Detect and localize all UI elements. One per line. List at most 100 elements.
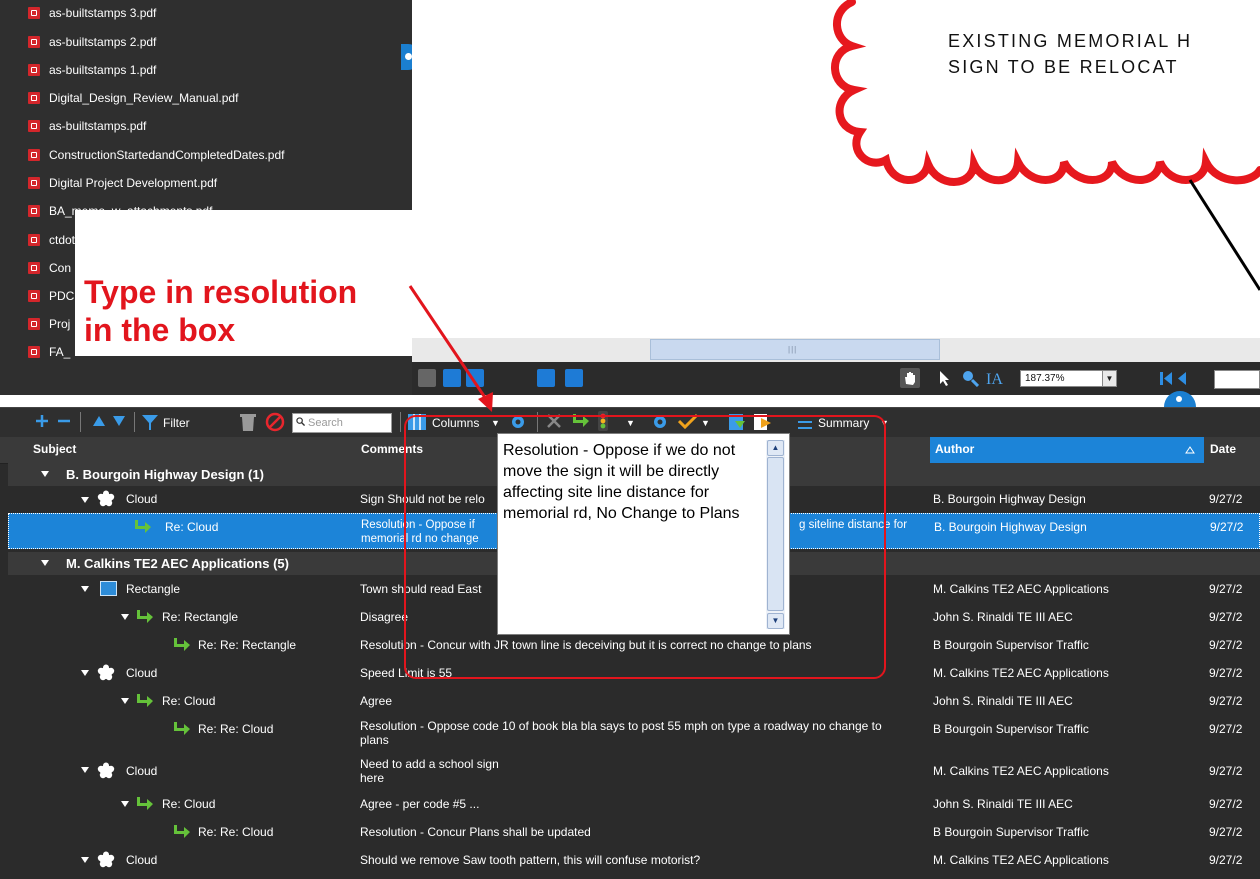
- reply-arrow-icon: [137, 610, 153, 623]
- date-cell: 9/27/2: [1209, 764, 1243, 778]
- reply-arrow-icon: [174, 638, 190, 651]
- highlight-rectangle: [404, 415, 886, 679]
- rectangle-markup-icon: [100, 581, 117, 596]
- file-name: as-builtstamps 1.pdf: [49, 63, 157, 77]
- filter-label[interactable]: Filter: [163, 416, 190, 430]
- subject-cell: Cloud: [126, 853, 158, 867]
- file-item[interactable]: as-builtstamps 3.pdf: [28, 3, 156, 23]
- date-cell: 9/27/2: [1209, 797, 1243, 811]
- search-input[interactable]: Search: [292, 413, 392, 433]
- no-status-icon[interactable]: [264, 411, 286, 433]
- collapse-all-icon[interactable]: [56, 413, 72, 429]
- date-cell: 9/27/2: [1209, 610, 1243, 624]
- file-name: as-builtstamps 3.pdf: [49, 6, 157, 20]
- sort-ascending-icon: [1185, 446, 1195, 454]
- fit-height-icon[interactable]: [565, 369, 583, 387]
- move-down-icon[interactable]: [112, 415, 126, 427]
- subject-cell: Rectangle: [126, 582, 181, 596]
- comment-cell: Need to add a school sign here: [360, 757, 499, 785]
- zoom-level-field[interactable]: 187.37%: [1020, 370, 1104, 387]
- author-cell: M. Calkins TE2 AEC Applications: [933, 853, 1109, 867]
- expand-triangle-icon[interactable]: [81, 767, 89, 773]
- file-name: as-builtstamps 2.pdf: [49, 35, 157, 49]
- column-header-date[interactable]: Date: [1210, 442, 1236, 456]
- expand-all-icon[interactable]: [34, 413, 50, 429]
- pdf-file-icon: [28, 205, 40, 217]
- fit-page-icon[interactable]: [537, 369, 555, 387]
- date-cell: 9/27/2: [1210, 520, 1244, 534]
- file-item[interactable]: Digital Project Development.pdf: [28, 173, 217, 193]
- table-row[interactable]: Re: Cloud Agree John S. Rinaldi TE III A…: [8, 687, 1260, 715]
- pdf-file-icon: [28, 92, 40, 104]
- date-cell: 9/27/2: [1209, 694, 1243, 708]
- expand-triangle-icon[interactable]: [41, 471, 49, 477]
- file-item[interactable]: FA_: [28, 342, 70, 362]
- cloud-markup-icon: [97, 664, 115, 681]
- author-cell: B Bourgoin Supervisor Traffic: [933, 825, 1089, 839]
- column-header-author[interactable]: Author: [935, 442, 974, 456]
- date-cell: 9/27/2: [1209, 666, 1243, 680]
- file-item[interactable]: ConstructionStartedandCompletedDates.pdf: [28, 145, 284, 165]
- file-item[interactable]: Con: [28, 258, 71, 278]
- filter-icon[interactable]: [140, 412, 160, 432]
- reply-arrow-icon: [137, 797, 153, 810]
- author-cell: John S. Rinaldi TE III AEC: [933, 610, 1073, 624]
- file-name: Digital Project Development.pdf: [49, 176, 218, 190]
- pdf-file-icon: [28, 120, 40, 132]
- subject-cell: Cloud: [126, 666, 158, 680]
- select-arrow-icon[interactable]: [938, 370, 952, 386]
- file-item[interactable]: as-builtstamps 1.pdf: [28, 60, 156, 80]
- cloud-markup-icon: [97, 490, 115, 507]
- page-nav-icons[interactable]: [1158, 370, 1208, 387]
- date-cell: 9/27/2: [1209, 582, 1243, 596]
- comment-cell: Disagree: [360, 610, 409, 624]
- author-cell: M. Calkins TE2 AEC Applications: [933, 764, 1109, 778]
- author-cell: John S. Rinaldi TE III AEC: [933, 694, 1073, 708]
- author-cell: B Bourgoin Supervisor Traffic: [933, 638, 1089, 652]
- callout-text: Type in resolution: [84, 274, 358, 310]
- drawing-canvas[interactable]: EXISTING MEMORIAL H SIGN TO BE RELOCAT: [412, 0, 1260, 395]
- zoom-tool-icon[interactable]: [961, 369, 979, 387]
- file-name: PDC: [49, 289, 75, 303]
- expand-triangle-icon[interactable]: [81, 497, 89, 503]
- comment-cell: Resolution - Concur Plans shall be updat…: [360, 825, 591, 839]
- svg-text:IA: IA: [986, 371, 1003, 387]
- drawing-text: SIGN TO BE RELOCAT: [948, 57, 1179, 77]
- comment-cell: Resolution - Oppose code 10 of book bla …: [360, 719, 882, 747]
- expand-triangle-icon[interactable]: [81, 586, 89, 592]
- expand-triangle-icon[interactable]: [41, 560, 49, 566]
- subject-cell: Re: Cloud: [162, 797, 216, 811]
- text-select-icon[interactable]: IA: [985, 369, 1015, 387]
- file-item[interactable]: as-builtstamps.pdf: [28, 116, 146, 136]
- delete-trash-icon[interactable]: [238, 411, 258, 433]
- file-item[interactable]: PDC: [28, 286, 74, 306]
- expand-triangle-icon[interactable]: [121, 698, 129, 704]
- author-cell: John S. Rinaldi TE III AEC: [933, 797, 1073, 811]
- file-item[interactable]: ctdot: [28, 230, 75, 250]
- cloud-markup-icon: [97, 762, 115, 779]
- file-item[interactable]: Digital_Design_Review_Manual.pdf: [28, 88, 238, 108]
- comment-cell: Agree - per code #5 ...: [360, 797, 480, 811]
- expand-triangle-icon[interactable]: [121, 801, 129, 807]
- author-cell: B. Bourgoin Highway Design: [933, 492, 1086, 506]
- file-name: ConstructionStartedandCompletedDates.pdf: [49, 148, 285, 162]
- reply-arrow-icon: [174, 825, 190, 838]
- table-row[interactable]: Cloud Need to add a school sign here M. …: [8, 753, 1260, 791]
- pan-hand-icon[interactable]: [900, 368, 920, 388]
- expand-triangle-icon[interactable]: [81, 857, 89, 863]
- table-row[interactable]: Cloud Should we remove Saw tooth pattern…: [8, 846, 1260, 875]
- move-up-icon[interactable]: [92, 415, 106, 427]
- date-cell: 9/27/2: [1209, 722, 1243, 736]
- zoom-dropdown-arrow-icon[interactable]: ▼: [1102, 370, 1117, 387]
- table-row[interactable]: Re: Re: Cloud Resolution - Concur Plans …: [8, 818, 1260, 846]
- author-cell: M. Calkins TE2 AEC Applications: [933, 582, 1109, 596]
- file-item[interactable]: as-builtstamps 2.pdf: [28, 32, 156, 52]
- page-number-field[interactable]: [1214, 370, 1260, 389]
- table-row[interactable]: Re: Re: Cloud Resolution - Oppose code 1…: [8, 715, 1260, 753]
- expand-triangle-icon[interactable]: [121, 614, 129, 620]
- column-header-subject[interactable]: Subject: [33, 442, 76, 456]
- file-item[interactable]: Proj: [28, 314, 70, 334]
- table-row[interactable]: Re: Cloud Agree - per code #5 ... John S…: [8, 791, 1260, 818]
- pdf-file-icon: [28, 7, 40, 19]
- expand-triangle-icon[interactable]: [81, 670, 89, 676]
